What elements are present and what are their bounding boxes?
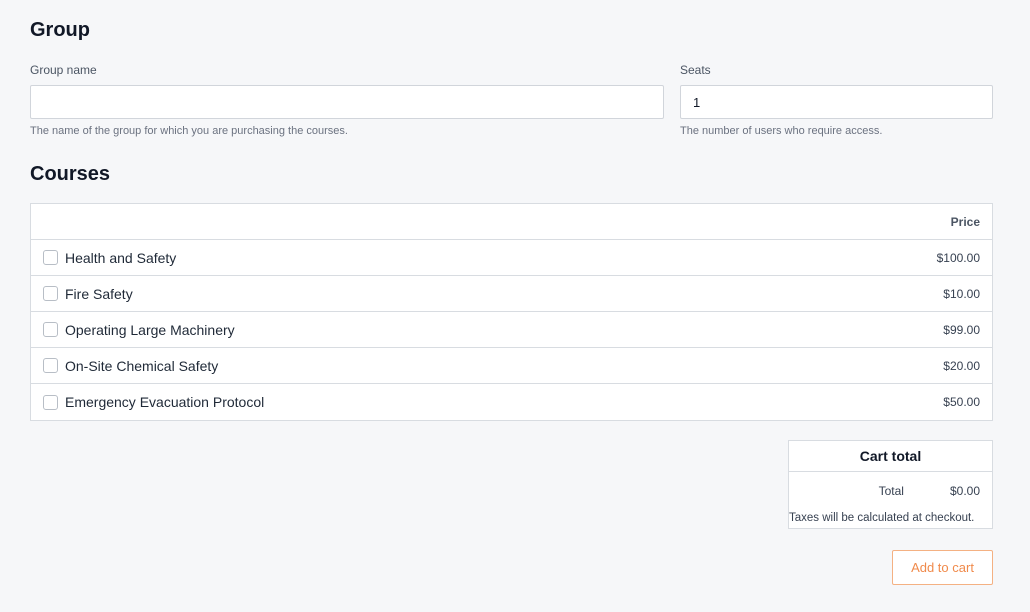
course-row-health-and-safety: Health and Safety $100.00 xyxy=(31,240,992,276)
course-checkbox[interactable] xyxy=(43,394,58,410)
courses-heading: Courses xyxy=(30,163,111,185)
cart-total-panel: Cart total Total $0.00 Taxes will be cal… xyxy=(788,440,993,529)
courses-table: Price Health and Safety $100.00 Fire Saf… xyxy=(30,203,993,421)
course-row-operating-large-machinery: Operating Large Machinery $99.00 xyxy=(31,312,992,348)
course-name: Operating Large Machinery xyxy=(65,321,235,338)
courses-table-header: Price xyxy=(31,204,992,240)
cart-total-label: Total xyxy=(878,484,904,498)
course-row-on-site-chemical-safety: On-Site Chemical Safety $20.00 xyxy=(31,348,992,384)
course-price: $20.00 xyxy=(943,358,980,373)
course-price: $100.00 xyxy=(936,250,980,265)
group-name-input[interactable] xyxy=(30,85,664,119)
course-name: Health and Safety xyxy=(65,249,177,266)
price-column-header: Price xyxy=(950,214,980,229)
seats-label: Seats xyxy=(680,63,711,77)
group-heading: Group xyxy=(30,19,90,41)
course-name: On-Site Chemical Safety xyxy=(65,357,219,374)
course-price: $10.00 xyxy=(943,286,980,301)
course-checkbox[interactable] xyxy=(43,322,58,337)
course-name: Emergency Evacuation Protocol xyxy=(65,394,265,410)
course-checkbox[interactable] xyxy=(43,358,58,373)
course-name: Fire Safety xyxy=(65,285,133,302)
course-checkbox[interactable] xyxy=(43,250,58,265)
cart-tax-note: Taxes will be calculated at checkout. xyxy=(789,512,975,524)
course-price: $99.00 xyxy=(943,322,980,337)
seats-help: The number of users who require access. xyxy=(680,125,883,137)
cart-total-value: $0.00 xyxy=(949,484,980,498)
course-price: $50.00 xyxy=(943,395,980,409)
course-row-fire-safety: Fire Safety $10.00 xyxy=(31,276,992,312)
group-name-label: Group name xyxy=(30,63,97,77)
group-name-help: The name of the group for which you are … xyxy=(30,125,348,137)
course-row-emergency-evacuation-protocol: Emergency Evacuation Protocol $50.00 xyxy=(31,384,992,420)
add-to-cart-button[interactable]: Add to cart xyxy=(892,550,993,585)
cart-total-row: Total $0.00 xyxy=(879,484,980,498)
course-checkbox[interactable] xyxy=(43,286,58,301)
cart-total-title: Cart total xyxy=(789,441,992,472)
seats-input[interactable] xyxy=(680,85,993,119)
